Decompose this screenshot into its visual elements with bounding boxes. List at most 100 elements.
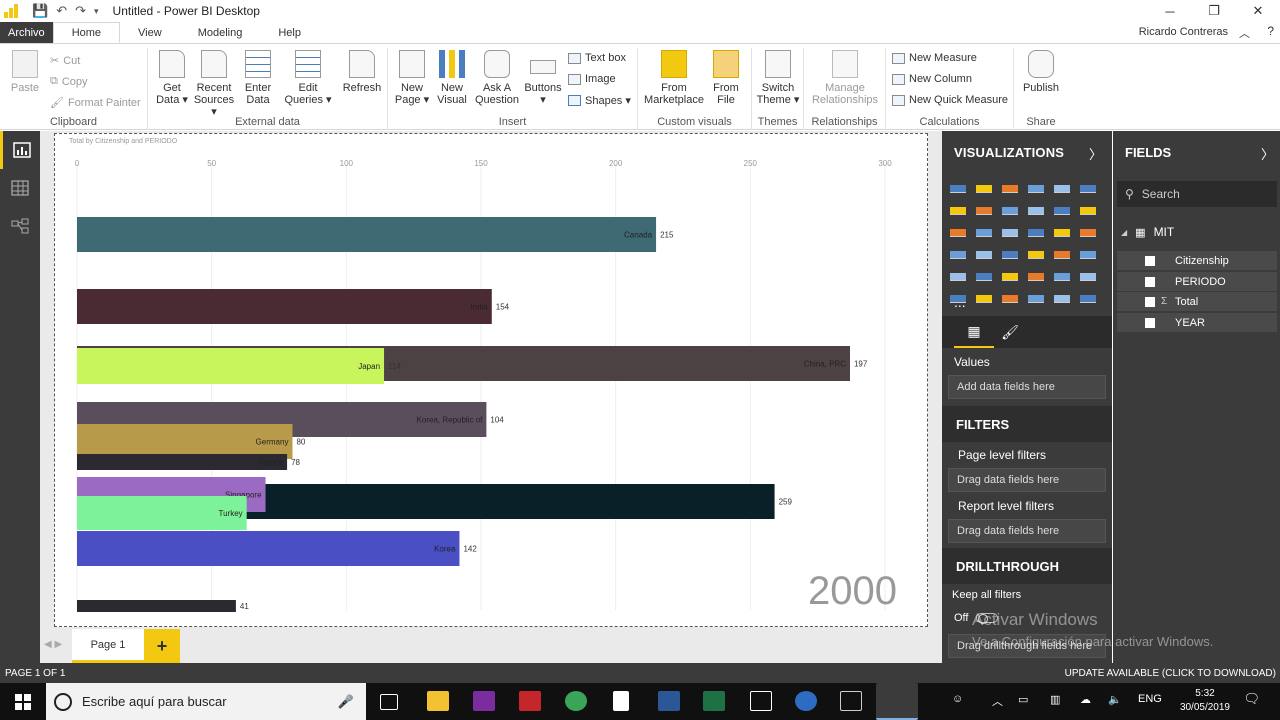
document-icon[interactable] bbox=[613, 691, 629, 711]
visual-type-icon[interactable] bbox=[1080, 245, 1096, 259]
page-filters-well[interactable]: Drag data fields here bbox=[948, 468, 1106, 492]
field-citizenship[interactable]: Citizenship bbox=[1117, 251, 1277, 270]
onedrive-icon[interactable]: ☁ bbox=[1080, 693, 1091, 706]
recent-sources-button[interactable]: Recent Sources ▾ bbox=[192, 50, 236, 118]
visual-type-icon[interactable] bbox=[950, 245, 966, 259]
new-page-button[interactable]: New Page ▾ bbox=[394, 50, 430, 106]
table-mit[interactable]: ◢ ▦ MIT bbox=[1121, 225, 1174, 239]
tab-archivo[interactable]: Archivo bbox=[0, 22, 53, 43]
visual-type-icon[interactable] bbox=[976, 179, 992, 193]
visual-type-icon[interactable] bbox=[1054, 179, 1070, 193]
visual-type-icon[interactable] bbox=[950, 201, 966, 215]
customize-toolbar-icon[interactable]: ▾ bbox=[94, 6, 99, 17]
visual-type-icon[interactable] bbox=[1054, 267, 1070, 281]
visual-type-icon[interactable] bbox=[976, 223, 992, 237]
tab-help[interactable]: Help bbox=[260, 22, 319, 43]
new-column-button[interactable]: New Column bbox=[892, 73, 972, 85]
visual-type-icon[interactable] bbox=[976, 267, 992, 281]
collapse-visualizations-icon[interactable]: 〉 bbox=[1089, 144, 1102, 163]
paste-button[interactable]: Paste bbox=[6, 50, 44, 94]
onenote-icon[interactable] bbox=[473, 691, 495, 711]
undo-icon[interactable]: ↶ bbox=[56, 3, 67, 19]
visual-type-icon[interactable] bbox=[976, 201, 992, 215]
visual-type-icon[interactable] bbox=[1002, 245, 1018, 259]
save-icon[interactable]: 💾 bbox=[32, 3, 48, 19]
from-file-button[interactable]: From File bbox=[708, 50, 744, 106]
r-language-icon[interactable] bbox=[795, 691, 817, 711]
maximize-button[interactable]: ❐ bbox=[1192, 0, 1236, 22]
from-marketplace-button[interactable]: From Marketplace bbox=[642, 50, 706, 106]
values-well[interactable]: Add data fields here bbox=[948, 375, 1106, 399]
more-visuals-button[interactable]: ... bbox=[954, 294, 966, 310]
visual-type-icon[interactable] bbox=[1002, 267, 1018, 281]
image-button[interactable]: Image bbox=[568, 73, 616, 85]
shapes-button[interactable]: Shapes ▾ bbox=[568, 94, 631, 107]
visual-type-icon[interactable] bbox=[950, 223, 966, 237]
edit-queries-button[interactable]: Edit Queries ▾ bbox=[284, 50, 332, 106]
switch-theme-button[interactable]: Switch Theme ▾ bbox=[756, 50, 800, 106]
visual-type-icon[interactable] bbox=[1054, 201, 1070, 215]
redo-icon[interactable]: ↷ bbox=[75, 3, 86, 19]
battery-icon[interactable]: ▭ bbox=[1018, 693, 1028, 706]
manage-relationships-button[interactable]: Manage Relationships bbox=[808, 50, 882, 106]
field-checkbox[interactable] bbox=[1145, 317, 1155, 328]
new-quick-measure-button[interactable]: New Quick Measure bbox=[892, 94, 1008, 106]
file-explorer-icon[interactable] bbox=[427, 691, 449, 711]
windows-start-icon[interactable] bbox=[0, 683, 46, 720]
notifications-icon[interactable]: 🗨 bbox=[1243, 691, 1260, 707]
visual-type-icon[interactable] bbox=[1080, 201, 1096, 215]
rstudio-icon[interactable] bbox=[840, 691, 862, 711]
new-measure-button[interactable]: New Measure bbox=[892, 52, 977, 64]
visual-type-icon[interactable] bbox=[976, 289, 992, 303]
copy-button[interactable]: ⧉ Copy bbox=[50, 75, 88, 88]
field-checkbox[interactable] bbox=[1145, 296, 1155, 307]
visual-type-icon[interactable] bbox=[1028, 179, 1044, 193]
report-view-icon[interactable] bbox=[0, 131, 40, 169]
field-checkbox[interactable] bbox=[1145, 276, 1155, 287]
signed-in-user[interactable]: Ricardo Contreras bbox=[1139, 26, 1228, 38]
visual-type-icon[interactable] bbox=[1054, 223, 1070, 237]
minimize-button[interactable]: ─ bbox=[1148, 0, 1192, 22]
update-available-link[interactable]: UPDATE AVAILABLE (CLICK TO DOWNLOAD) bbox=[1065, 668, 1276, 679]
page-scroll-arrows-icon[interactable]: ◀ ▶ bbox=[44, 639, 62, 650]
tray-chevron-icon[interactable]: ︿ bbox=[992, 693, 1003, 709]
visual-type-icon[interactable] bbox=[1028, 289, 1044, 303]
visual-type-icon[interactable] bbox=[1080, 179, 1096, 193]
tab-modeling[interactable]: Modeling bbox=[180, 22, 261, 43]
visual-type-icon[interactable] bbox=[1002, 179, 1018, 193]
field-checkbox[interactable] bbox=[1145, 255, 1155, 266]
vs-code-icon[interactable] bbox=[750, 691, 772, 711]
microphone-icon[interactable]: 🎤 bbox=[338, 694, 354, 710]
cut-button[interactable]: ✂ Cut bbox=[50, 54, 80, 68]
visual-type-icon[interactable] bbox=[976, 245, 992, 259]
chrome-icon[interactable] bbox=[565, 691, 587, 711]
data-view-icon[interactable] bbox=[0, 169, 40, 207]
volume-icon[interactable]: 🔈 bbox=[1108, 693, 1122, 706]
field-year[interactable]: YEAR bbox=[1117, 313, 1277, 332]
powerbi-taskbar-button[interactable] bbox=[876, 683, 918, 720]
expand-caret-icon[interactable]: ◢ bbox=[1121, 228, 1127, 237]
network-icon[interactable]: ▥ bbox=[1050, 693, 1060, 706]
add-page-button[interactable]: + bbox=[144, 629, 180, 663]
field-total[interactable]: Σ Total bbox=[1117, 292, 1277, 311]
visual-type-icon[interactable] bbox=[1054, 245, 1070, 259]
visual-type-icon[interactable] bbox=[1028, 223, 1044, 237]
visual-type-icon[interactable] bbox=[1028, 201, 1044, 215]
excel-icon[interactable] bbox=[703, 691, 725, 711]
model-view-icon[interactable] bbox=[0, 207, 40, 245]
fields-search-input[interactable]: ⚲ Search bbox=[1117, 181, 1277, 207]
help-icon[interactable]: ? bbox=[1267, 24, 1274, 38]
visual-type-icon[interactable] bbox=[950, 179, 966, 193]
visual-type-icon[interactable] bbox=[1002, 289, 1018, 303]
visual-type-icon[interactable] bbox=[1002, 223, 1018, 237]
format-paint-roller-icon[interactable]: 🖌 bbox=[990, 316, 1030, 348]
get-data-button[interactable]: Get Data ▾ bbox=[152, 50, 192, 106]
visual-type-icon[interactable] bbox=[1080, 289, 1096, 303]
input-language[interactable]: ENG bbox=[1138, 693, 1162, 705]
refresh-button[interactable]: Refresh bbox=[340, 50, 384, 94]
visual-type-icon[interactable] bbox=[1054, 289, 1070, 303]
bar-chart-visual[interactable]: Total by Citizenship and PERIODO 0 50 100 15… bbox=[55, 134, 927, 626]
task-view-icon[interactable] bbox=[380, 694, 398, 710]
ask-question-button[interactable]: Ask A Question bbox=[474, 50, 520, 106]
format-painter-button[interactable]: 🖌 Format Painter bbox=[50, 96, 141, 110]
